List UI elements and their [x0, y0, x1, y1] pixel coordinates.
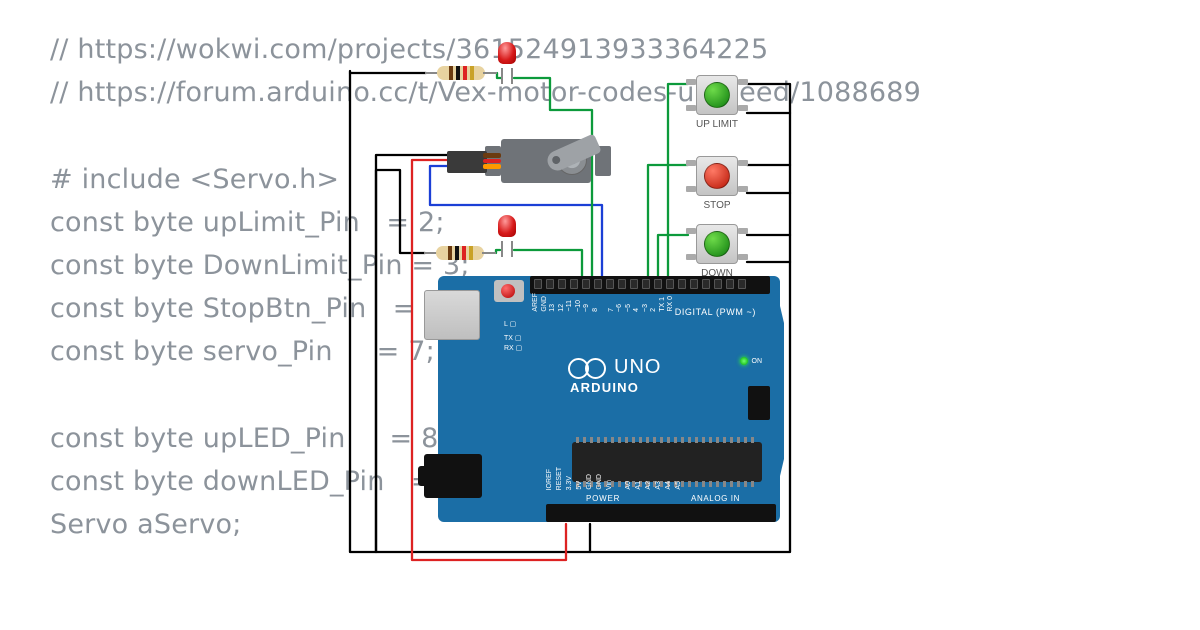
power-label: POWER [586, 494, 620, 503]
resistor-upper [425, 66, 497, 80]
icsp-header [748, 386, 770, 420]
button-label: UP LIMIT [688, 119, 746, 130]
led-lower [496, 215, 518, 249]
button-down-limit[interactable]: DOWN LIMIT [688, 222, 746, 266]
power-led-icon [740, 357, 748, 365]
power-analog-header [546, 504, 776, 522]
button-label: STOP [688, 200, 746, 211]
pin-labels-digital: AREFGND1312~11~10~98 7~6~54~32TX 1RX 0 [532, 293, 676, 314]
digital-label: DIGITAL (PWM ~) [675, 307, 756, 317]
led-upper [496, 42, 518, 76]
usb-port [424, 290, 480, 340]
on-led: ON [740, 357, 763, 365]
button-up-limit[interactable]: UP LIMIT [688, 73, 746, 117]
tx-rx-label: TX ▢ RX ▢ [504, 334, 522, 354]
servo-motor [485, 133, 611, 189]
arduino-uno-board: AREFGND1312~11~10~98 7~6~54~32TX 1RX 0 D… [438, 276, 780, 522]
analog-label: ANALOG IN [691, 494, 740, 503]
pin-labels-power-analog: IOREFRESET3.3V5VGNDGNDVin A0A1A2A3A4A5 [546, 467, 685, 492]
dc-jack [424, 454, 482, 498]
arduino-logo: UNO [568, 356, 661, 379]
button-stop[interactable]: STOP [688, 154, 746, 198]
l-led-label: L ▢ [504, 320, 516, 328]
resistor-lower [424, 246, 496, 260]
infinity-icon [568, 358, 606, 378]
reset-button[interactable] [494, 280, 524, 302]
arduino-wordmark: ARDUINO [570, 380, 639, 395]
digital-header [530, 276, 770, 294]
